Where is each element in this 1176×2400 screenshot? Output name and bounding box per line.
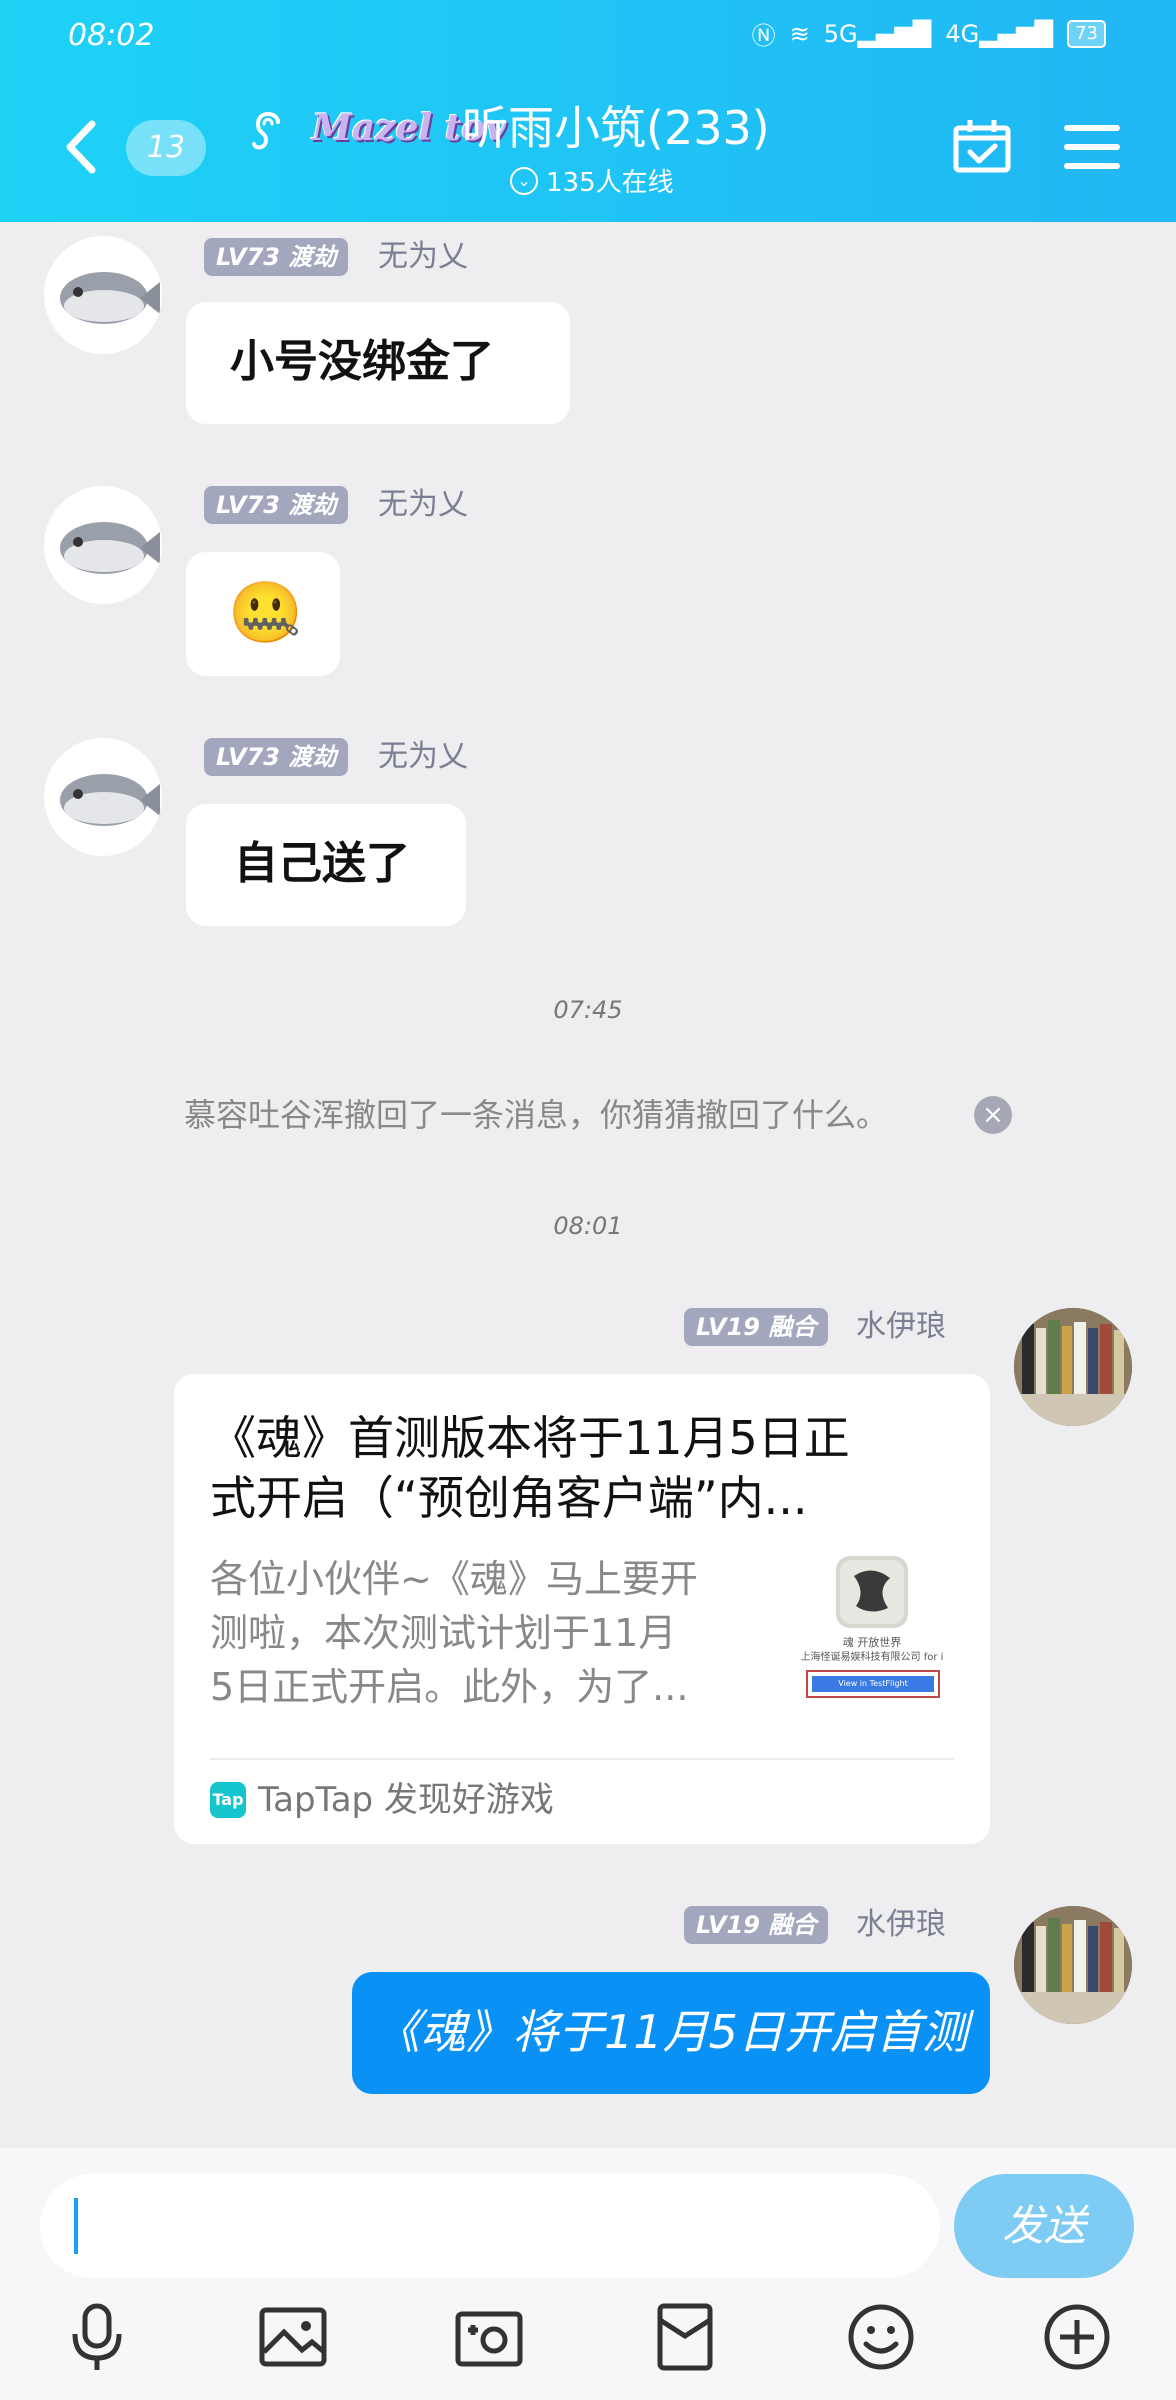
chevron-down-circle-icon: ⌄ [510, 166, 538, 195]
unread-count-badge[interactable]: 13 [126, 120, 206, 176]
sender-nickname[interactable]: 无为乂 [378, 238, 468, 276]
recall-notice: 慕容吐谷浑撤回了一条消息，你猜猜撤回了什么。 [184, 1096, 889, 1134]
image-icon[interactable] [258, 2302, 328, 2372]
text-caret [74, 2198, 78, 2254]
message-bubble[interactable]: 自己送了 [186, 804, 466, 926]
close-icon[interactable]: × [974, 1096, 1012, 1134]
level-badge: LV73 渡劫 [204, 238, 349, 276]
camera-icon[interactable] [454, 2302, 524, 2372]
send-button[interactable]: 发送 [954, 2174, 1134, 2278]
game-logo-icon [836, 1556, 908, 1628]
divider [210, 1758, 954, 1760]
avatar[interactable] [1014, 1906, 1132, 2024]
sender-nickname[interactable]: 无为乂 [378, 486, 468, 524]
status-time: 08:02 [68, 18, 155, 53]
card-description-line: 各位小伙伴~《魂》马上要开 [210, 1557, 698, 1601]
message-bubble[interactable]: 《魂》将于11月5日开启首测 [352, 1972, 990, 2094]
thumb-company: 上海怪诞易娱科技有限公司 [800, 1652, 921, 1663]
emoji-icon[interactable] [846, 2302, 916, 2372]
emoji-sticker: 🤐 [228, 578, 303, 648]
status-icons: Ⓝ ≋ 5G▂▄▆█ 4G▂▄▆█ 73 [752, 16, 1106, 51]
thumb-button: View in TestFlight [812, 1676, 934, 1692]
card-description-line: 测啦，本次测试计划于11月 [210, 1611, 677, 1655]
battery-indicator: 73 [1067, 19, 1106, 48]
level-badge: LV19 融合 [684, 1308, 829, 1346]
bookshelf-avatar-icon [1014, 1906, 1132, 2024]
ear-icon[interactable] [250, 106, 286, 154]
chevron-left-icon [66, 120, 96, 174]
signal-4g: 4G▂▄▆█ [945, 19, 1054, 48]
card-description-line: 5日正式开启。此外，为了... [210, 1665, 689, 1709]
back-button[interactable] [60, 112, 100, 182]
avatar[interactable] [44, 486, 162, 604]
card-title-line: 《魂》首测版本将于11月5日正 [210, 1411, 850, 1465]
avatar[interactable] [1014, 1308, 1132, 1426]
fish-avatar-icon [60, 522, 160, 574]
card-thumbnail: 魂 开放世界 上海怪诞易娱科技有限公司 for i View in TestFl… [794, 1556, 950, 1706]
plus-icon[interactable] [1042, 2302, 1112, 2372]
message-text: 自己送了 [234, 838, 410, 889]
time-divider: 07:45 [553, 996, 623, 1024]
card-source: TapTap 发现好游戏 [258, 1780, 554, 1820]
microphone-icon[interactable] [62, 2302, 132, 2372]
fish-avatar-icon [60, 272, 160, 324]
message-bubble[interactable]: 小号没绑金了 [186, 302, 570, 424]
message-input[interactable] [40, 2174, 940, 2278]
avatar[interactable] [44, 738, 162, 856]
sender-nickname[interactable]: 水伊琅 [856, 1308, 946, 1346]
level-badge: LV19 融合 [684, 1906, 829, 1944]
avatar[interactable] [44, 236, 162, 354]
message-bubble[interactable]: 🤐 [186, 552, 340, 676]
signal-5g: 5G▂▄▆█ [823, 19, 932, 48]
link-card[interactable]: 《魂》首测版本将于11月5日正 式开启（“预创角客户端”内... 各位小伙伴~《… [174, 1374, 990, 1844]
group-name[interactable]: 听雨小筑(233) [462, 100, 770, 156]
nfc-icon: Ⓝ [751, 22, 776, 50]
time-divider: 08:01 [553, 1212, 623, 1240]
thumb-button-frame: View in TestFlight [806, 1670, 940, 1698]
level-badge: LV73 渡劫 [204, 738, 349, 776]
menu-icon[interactable] [1064, 122, 1120, 172]
bookshelf-avatar-icon [1014, 1308, 1132, 1426]
taptap-icon: Tap [210, 1782, 246, 1818]
calendar-check-icon[interactable] [952, 118, 1012, 174]
sender-nickname[interactable]: 无为乂 [378, 738, 468, 776]
red-packet-icon[interactable] [650, 2302, 720, 2372]
card-title-line: 式开启（“预创角客户端”内... [210, 1471, 808, 1525]
thumb-platform: for i [923, 1652, 944, 1663]
level-badge: LV73 渡劫 [204, 486, 349, 524]
sender-nickname[interactable]: 水伊琅 [856, 1906, 946, 1944]
online-count[interactable]: ⌄ 135人在线 [510, 162, 674, 199]
wifi-icon: ≋ [789, 19, 810, 48]
chat-header: 08:02 Ⓝ ≋ 5G▂▄▆█ 4G▂▄▆█ 73 13 Mazel tov … [0, 0, 1176, 222]
message-text: 小号没绑金了 [230, 336, 494, 387]
fish-avatar-icon [60, 774, 160, 826]
